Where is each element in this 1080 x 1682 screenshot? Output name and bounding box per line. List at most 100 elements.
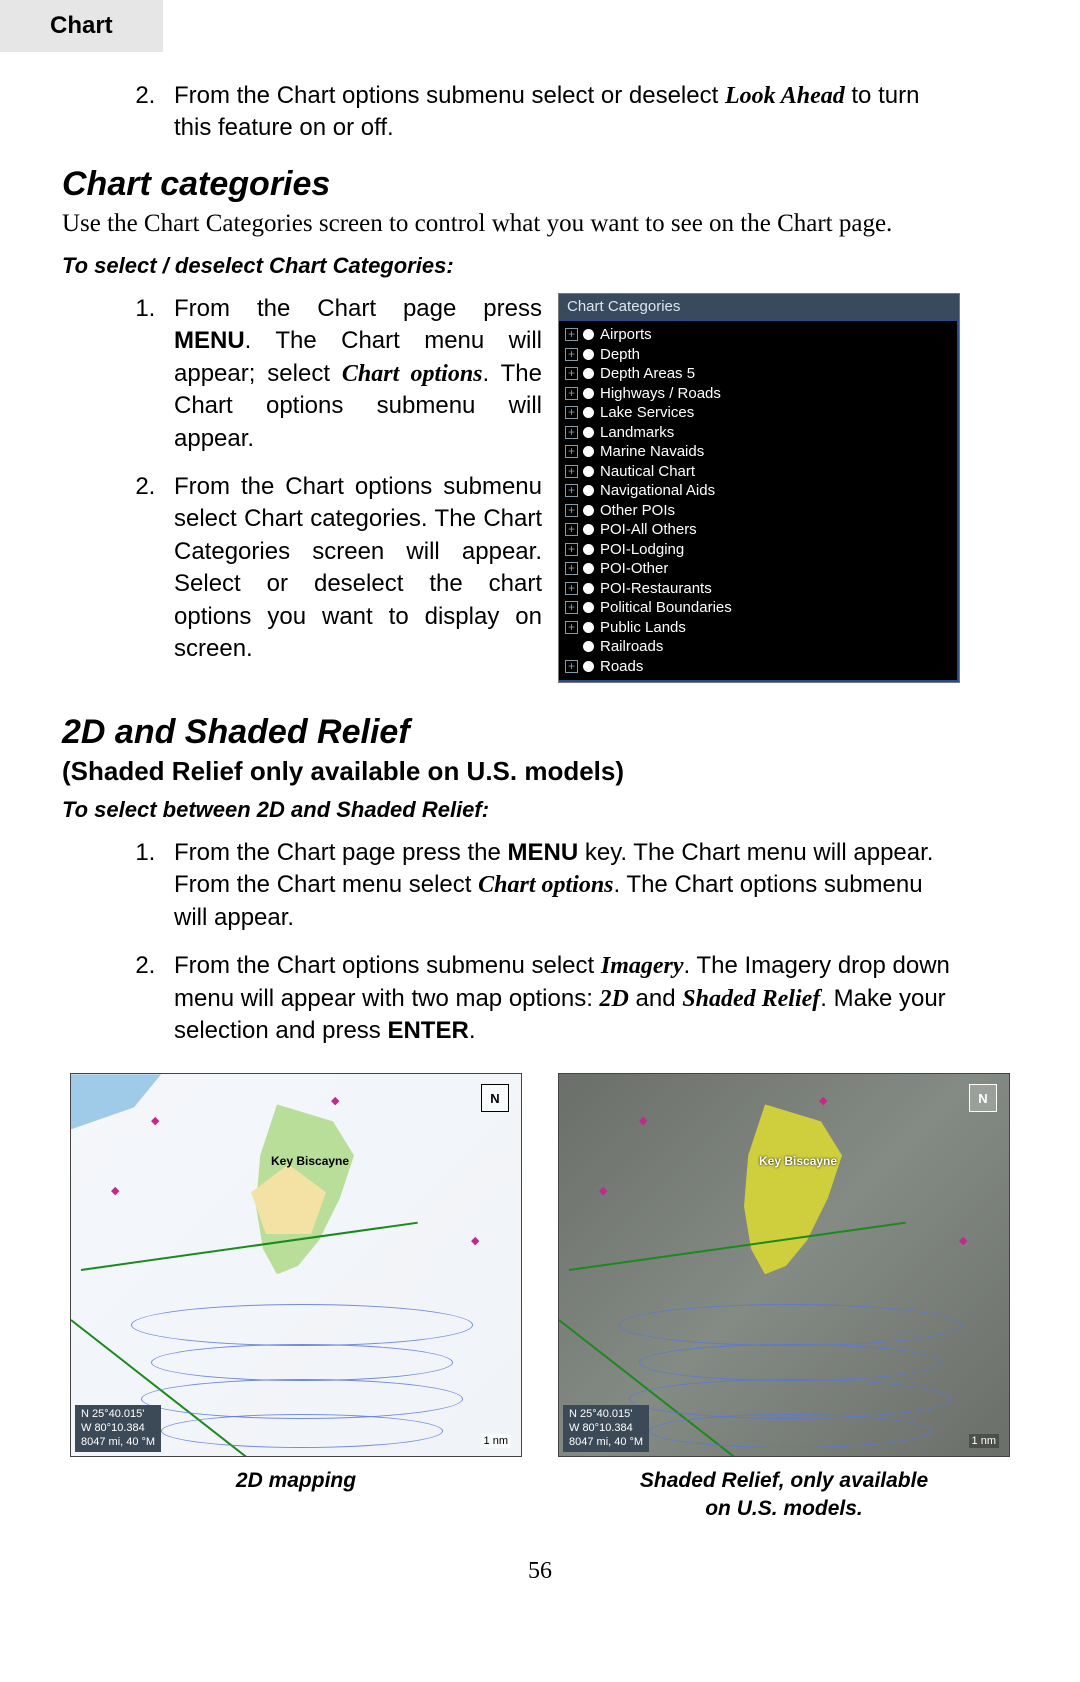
checkbox-dot-icon [583, 505, 594, 516]
chart-categories-steps: From the Chart page press MENU. The Char… [62, 293, 542, 681]
chart-categories-screenshot: Chart Categories +Airports+Depth+Depth A… [558, 293, 960, 683]
coordinates-box: N 25°40.015' W 80°10.384 8047 mi, 40 °M [75, 1405, 161, 1452]
checkbox-dot-icon [583, 329, 594, 340]
category-item: + Marine Navaids [559, 442, 957, 462]
checkbox-dot-icon [583, 661, 594, 672]
depth-contour [619, 1304, 961, 1346]
category-label: Navigational Aids [600, 481, 715, 501]
nav-marker: ◆ [819, 1094, 827, 1107]
expander-icon: + [565, 484, 578, 497]
track-line [569, 1222, 906, 1271]
category-item: + Public Lands [559, 618, 957, 638]
shaded-relief-step-2: From the Chart options submenu select Im… [162, 950, 958, 1047]
nav-marker: ◆ [599, 1184, 607, 1197]
category-item: + Political Boundaries [559, 598, 957, 618]
category-label: POI-All Others [600, 520, 697, 540]
depth-contour [629, 1379, 951, 1419]
checkbox-dot-icon [583, 368, 594, 379]
chart-categories-step-2: From the Chart options submenu select Ch… [162, 471, 542, 665]
nav-marker: ◆ [111, 1184, 119, 1197]
coord-dist: 8047 mi, 40 °M [81, 1436, 155, 1450]
expander-icon: + [565, 660, 578, 673]
depth-contour [161, 1414, 443, 1448]
category-label: Landmarks [600, 423, 674, 443]
category-label: Political Boundaries [600, 598, 732, 618]
intro-step-em: Look Ahead [725, 83, 845, 109]
checkbox-dot-icon [583, 466, 594, 477]
coordinates-box: N 25°40.015' W 80°10.384 8047 mi, 40 °M [563, 1405, 649, 1452]
expander-icon: + [565, 621, 578, 634]
category-label: Railroads [600, 637, 663, 657]
category-label: Airports [600, 325, 652, 345]
page-number: 56 [62, 1558, 1018, 1585]
coord-lat: N 25°40.015' [569, 1408, 643, 1422]
nav-marker: ◆ [151, 1114, 159, 1127]
chapter-tab: Chart [0, 0, 163, 52]
category-label: Roads [600, 657, 643, 677]
nav-marker: ◆ [331, 1094, 339, 1107]
depth-contour [151, 1344, 453, 1381]
category-item: + Landmarks [559, 423, 957, 443]
expander-icon: + [565, 387, 578, 400]
category-label: POI-Other [600, 559, 668, 579]
category-item: +Nautical Chart [559, 462, 957, 482]
coord-dist: 8047 mi, 40 °M [569, 1436, 643, 1450]
category-item: +Airports [559, 325, 957, 345]
coord-lat: N 25°40.015' [81, 1408, 155, 1422]
category-label: Marine Navaids [600, 442, 704, 462]
expander-icon: + [565, 445, 578, 458]
category-label: Lake Services [600, 403, 694, 423]
checkbox-dot-icon [583, 602, 594, 613]
checkbox-dot-icon [583, 485, 594, 496]
checkbox-dot-icon [583, 427, 594, 438]
checkbox-dot-icon [583, 563, 594, 574]
category-label: Nautical Chart [600, 462, 695, 482]
shaded-relief-steps: From the Chart page press the MENU key. … [62, 837, 958, 1047]
coord-lon: W 80°10.384 [81, 1422, 155, 1436]
category-item: + Depth Areas 5 [559, 364, 957, 384]
checkbox-dot-icon [583, 544, 594, 555]
figure-shaded-relief: Key Biscayne ◆ ◆ ◆ ◆ N N 25°40.015' W 80… [558, 1073, 1010, 1522]
expander-icon: + [565, 523, 578, 536]
chart-categories-step-1: From the Chart page press MENU. The Char… [162, 293, 542, 455]
depth-contour [649, 1414, 931, 1448]
checkbox-dot-icon [583, 349, 594, 360]
category-item: +POI-Restaurants [559, 579, 957, 599]
category-label: Depth Areas 5 [600, 364, 695, 384]
checkbox-dot-icon [583, 388, 594, 399]
category-item: + Highways / Roads [559, 384, 957, 404]
intro-steps: From the Chart options submenu select or… [62, 80, 958, 145]
island-region [709, 1104, 849, 1274]
shaded-relief-step-1: From the Chart page press the MENU key. … [162, 837, 958, 934]
category-label: POI-Lodging [600, 540, 684, 560]
category-label: Other POIs [600, 501, 675, 521]
water-region [71, 1074, 161, 1129]
expander-icon: + [565, 367, 578, 380]
scale-bar: 1 nm [481, 1434, 511, 1448]
expander-icon: + [565, 601, 578, 614]
chart-categories-title: Chart Categories [559, 294, 959, 319]
expander-icon: + [565, 406, 578, 419]
checkbox-dot-icon [583, 446, 594, 457]
section-chart-categories-heading: Chart categories [62, 165, 1018, 204]
expander-icon: + [565, 426, 578, 439]
category-label: Public Lands [600, 618, 686, 638]
expander-icon: + [565, 543, 578, 556]
north-indicator-icon: N [481, 1084, 509, 1112]
north-indicator-icon: N [969, 1084, 997, 1112]
intro-step-text-pre: From the Chart options submenu select or… [174, 82, 725, 109]
category-item: +Depth [559, 345, 957, 365]
checkbox-dot-icon [583, 524, 594, 535]
depth-contour [639, 1344, 941, 1381]
section-2d-shaded-subtitle: (Shaded Relief only available on U.S. mo… [62, 756, 1018, 787]
nav-marker: ◆ [959, 1234, 967, 1247]
intro-step-2: From the Chart options submenu select or… [162, 80, 958, 145]
category-item: Railroads [559, 637, 957, 657]
category-item: + Navigational Aids [559, 481, 957, 501]
figure-2d-mapping: Key Biscayne ◆ ◆ ◆ ◆ N N 25°40.015' W 80… [70, 1073, 522, 1522]
track-line [81, 1222, 418, 1271]
nav-marker: ◆ [639, 1114, 647, 1127]
expander-icon: + [565, 562, 578, 575]
checkbox-dot-icon [583, 622, 594, 633]
category-label: Highways / Roads [600, 384, 721, 404]
